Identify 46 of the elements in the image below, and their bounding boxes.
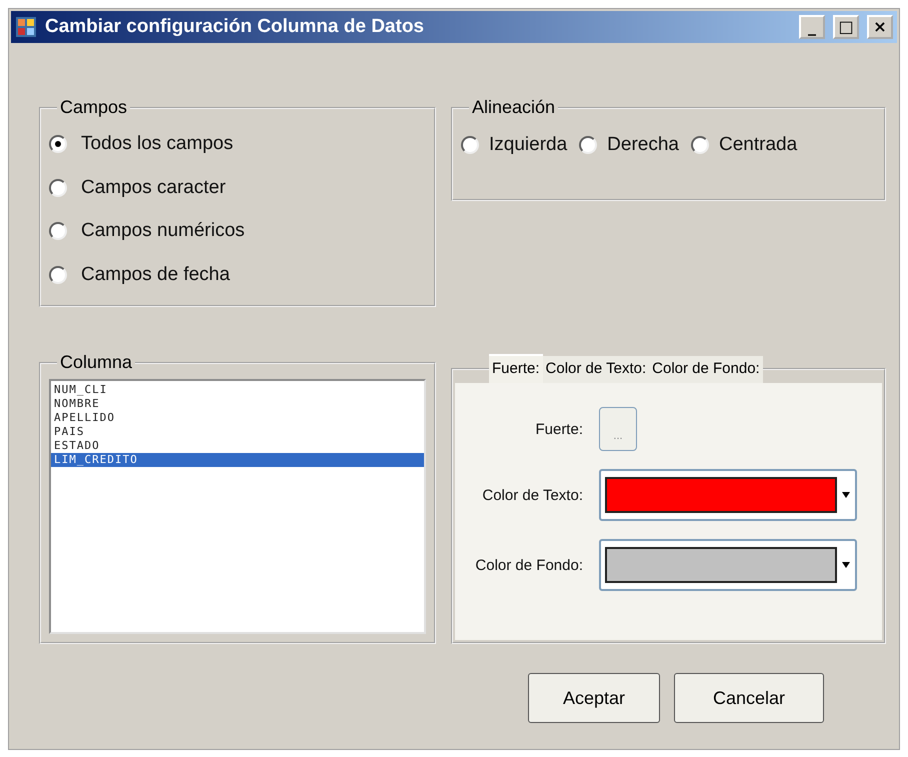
radio-option[interactable]: Campos numéricos	[49, 210, 426, 254]
group-title: Campos	[59, 97, 128, 118]
radio-label: Todos los campos	[81, 132, 234, 155]
radio-button[interactable]	[49, 266, 67, 284]
radio-label: Campos caracter	[81, 176, 226, 199]
tab[interactable]: Color de Texto:	[542, 356, 650, 385]
group-title: Columna	[59, 352, 134, 373]
list-item[interactable]: PAIS	[51, 425, 424, 439]
window-title: Cambiar configuración Columna de Datos	[45, 16, 425, 38]
tab[interactable]: Color de Fondo:	[649, 356, 763, 385]
app-icon	[15, 16, 37, 38]
list-item[interactable]: ESTADO	[51, 439, 424, 453]
radio-option[interactable]: Campos caracter	[49, 166, 426, 210]
color-dropdown[interactable]	[599, 469, 857, 521]
radio-option[interactable]: Izquierda	[461, 122, 568, 167]
radio-option[interactable]: Campos de fecha	[49, 253, 426, 297]
field-label: Fuerte:	[534, 420, 583, 438]
radio-option[interactable]: Centrada	[691, 122, 798, 167]
list-item[interactable]: APELLIDO	[51, 411, 424, 425]
window-control[interactable]: _	[799, 15, 825, 39]
radio-button[interactable]	[49, 178, 67, 197]
radio-button[interactable]	[49, 134, 67, 153]
list-item[interactable]: NUM_CLI	[51, 383, 424, 397]
radio-label: Campos numéricos	[81, 220, 245, 242]
tab[interactable]: Fuerte:	[489, 356, 543, 385]
radio-button[interactable]	[461, 136, 479, 154]
field-label: Color de Fondo:	[474, 556, 583, 574]
color-dropdown[interactable]	[599, 539, 857, 591]
radio-label: Centrada	[719, 134, 798, 156]
radio-button[interactable]	[49, 222, 67, 240]
field-label: Color de Texto:	[481, 486, 583, 504]
column-list[interactable]: NUM_CLI NOMBRE APELLIDO PAIS ESTADO LIM_CREDITO	[49, 379, 426, 634]
radio-button[interactable]	[691, 136, 709, 154]
group-title: Alineación	[471, 97, 556, 118]
list-item[interactable]: LIM_CREDITO	[51, 453, 424, 467]
radio-button[interactable]	[579, 136, 598, 154]
radio-option[interactable]: Todos los campos	[49, 122, 426, 166]
radio-label: Derecha	[607, 134, 679, 156]
window-control[interactable]: ×	[867, 15, 893, 39]
cancel-button[interactable]: Cancelar	[674, 673, 824, 723]
list-item[interactable]: NOMBRE	[51, 397, 424, 411]
accept-button[interactable]: Aceptar	[528, 673, 660, 723]
radio-label: Campos de fecha	[81, 264, 230, 286]
radio-option[interactable]: Derecha	[579, 122, 679, 167]
window-control[interactable]: □	[833, 15, 859, 39]
radio-label: Izquierda	[489, 134, 568, 156]
